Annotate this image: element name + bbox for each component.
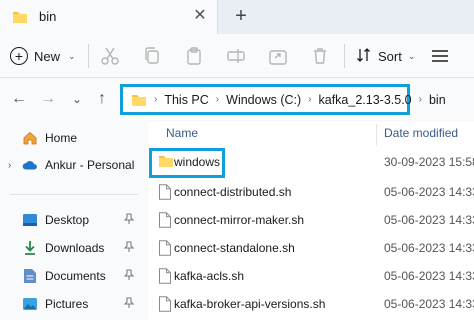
folder-icon	[12, 10, 28, 27]
toolbar-divider	[344, 44, 345, 68]
pictures-icon	[22, 296, 38, 312]
breadcrumb-separator: ›	[154, 94, 158, 105]
column-divider[interactable]	[376, 124, 377, 146]
file-icon	[158, 184, 174, 200]
breadcrumb-separator[interactable]: ›	[308, 94, 311, 105]
file-icon	[158, 212, 174, 228]
cloud-icon	[22, 157, 38, 173]
file-name: connect-distributed.sh	[174, 185, 292, 199]
address-bar[interactable]: › This PC › Windows (C:) › kafka_2.13-3.…	[120, 84, 446, 115]
sidebar-item-onedrive[interactable]: › Ankur - Personal	[0, 153, 148, 177]
tab-title: bin	[39, 9, 57, 24]
pin-icon[interactable]	[123, 212, 135, 228]
cut-icon[interactable]	[98, 44, 122, 68]
breadcrumb-this-pc[interactable]: This PC	[164, 93, 208, 107]
file-row[interactable]: connect-mirror-maker.sh 05-06-2023 14:33	[148, 206, 474, 234]
breadcrumb-separator[interactable]: ›	[419, 94, 422, 105]
documents-icon	[22, 268, 38, 284]
sidebar-item-label: Home	[45, 131, 78, 145]
column-header-date-modified[interactable]: Date modified	[384, 126, 458, 140]
command-bar: + New ⌄ Sort ⌄	[0, 34, 474, 78]
sort-button[interactable]: Sort ⌄	[356, 42, 415, 70]
file-date: 05-06-2023 14:33	[384, 185, 474, 199]
back-button[interactable]: ←	[8, 88, 30, 110]
chevron-right-icon[interactable]: ›	[8, 160, 22, 171]
file-row[interactable]: connect-distributed.sh 05-06-2023 14:33	[148, 178, 474, 206]
file-date: 05-06-2023 14:33	[384, 241, 474, 255]
sidebar-item-desktop[interactable]: Desktop	[0, 208, 148, 232]
sidebar-item-label: Ankur - Personal	[45, 158, 135, 172]
download-icon	[22, 240, 38, 256]
sidebar-item-home[interactable]: Home	[0, 126, 148, 150]
share-icon[interactable]	[266, 44, 290, 68]
forward-button[interactable]: →	[37, 88, 59, 110]
toolbar-divider	[88, 44, 89, 68]
up-button[interactable]: ↑	[91, 88, 113, 110]
new-button[interactable]: + New ⌄	[10, 42, 76, 70]
new-tab-button[interactable]: +	[230, 5, 252, 27]
sidebar-item-label: Pictures	[45, 297, 89, 311]
desktop-icon	[22, 212, 38, 228]
sidebar-divider	[10, 194, 138, 195]
chevron-down-icon: ⌄	[68, 50, 76, 61]
copy-icon[interactable]	[140, 44, 164, 68]
delete-icon[interactable]	[308, 44, 332, 68]
file-date: 05-06-2023 14:33	[384, 297, 474, 311]
file-name: kafka-acls.sh	[174, 269, 245, 283]
home-icon	[22, 130, 38, 146]
file-date: 30-09-2023 15:58	[384, 155, 474, 169]
view-icon[interactable]	[430, 46, 450, 66]
chevron-down-icon: ⌄	[407, 50, 416, 61]
highlight-annotation	[149, 148, 225, 178]
file-row[interactable]: kafka-broker-api-versions.sh 05-06-2023 …	[148, 290, 474, 318]
sort-button-label: Sort	[378, 48, 402, 64]
recent-locations-button[interactable]: ⌄	[66, 88, 88, 110]
title-bar: bin ✕ +	[0, 0, 474, 34]
file-row[interactable]: kafka-acls.sh 05-06-2023 14:33	[148, 262, 474, 290]
file-icon	[158, 296, 174, 312]
sort-icon	[356, 47, 372, 66]
navigation-pane: Home › Ankur - Personal Desktop Download…	[0, 122, 148, 320]
plus-icon: +	[10, 47, 28, 65]
sidebar-item-downloads[interactable]: Downloads	[0, 236, 148, 260]
file-list: Name Date modified windows 30-09-2023 15…	[148, 122, 474, 320]
breadcrumb-windows-c[interactable]: Windows (C:)	[226, 93, 301, 107]
window-tab[interactable]: bin ✕	[0, 0, 218, 34]
breadcrumb-bin[interactable]: bin	[429, 93, 446, 107]
file-name: connect-mirror-maker.sh	[174, 213, 305, 227]
file-row[interactable]: connect-standalone.sh 05-06-2023 14:33	[148, 234, 474, 262]
pin-icon[interactable]	[123, 240, 135, 256]
rename-icon[interactable]	[224, 44, 248, 68]
paste-icon[interactable]	[182, 44, 206, 68]
file-date: 05-06-2023 14:33	[384, 213, 474, 227]
file-name: kafka-broker-api-versions.sh	[174, 297, 326, 311]
sidebar-item-documents[interactable]: Documents	[0, 264, 148, 288]
sidebar-item-label: Downloads	[45, 241, 105, 255]
sidebar-item-pictures[interactable]: Pictures	[0, 292, 148, 316]
file-date: 05-06-2023 14:33	[384, 269, 474, 283]
close-tab-icon[interactable]: ✕	[190, 6, 210, 26]
pin-icon[interactable]	[123, 268, 135, 284]
column-header-name[interactable]: Name	[166, 126, 198, 140]
file-icon	[158, 268, 174, 284]
sidebar-item-label: Documents	[45, 269, 106, 283]
file-name: connect-standalone.sh	[174, 241, 295, 255]
sidebar-item-label: Desktop	[45, 213, 90, 227]
new-button-label: New	[34, 48, 61, 64]
file-icon	[158, 240, 174, 256]
breadcrumb-separator[interactable]: ›	[216, 94, 219, 105]
breadcrumb-kafka[interactable]: kafka_2.13-3.5.0	[319, 93, 412, 107]
folder-icon	[131, 93, 147, 107]
pin-icon[interactable]	[123, 296, 135, 312]
